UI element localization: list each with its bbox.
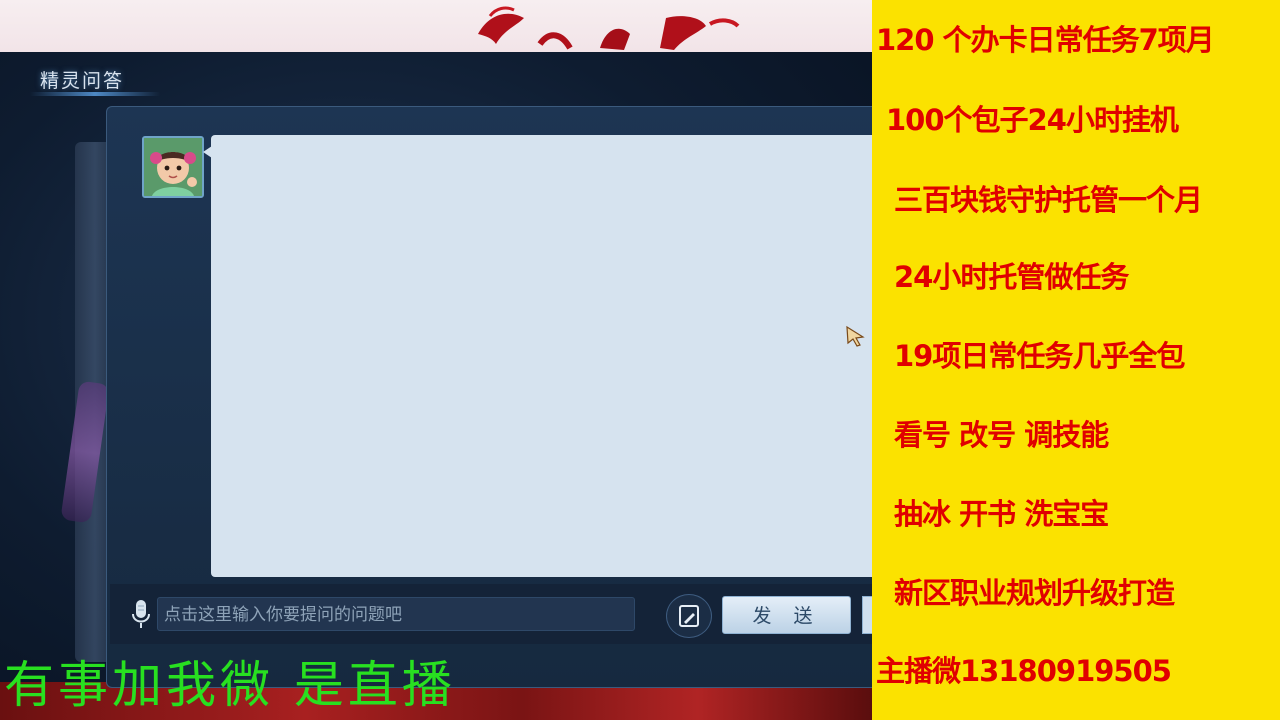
- dialog-title: 精灵问答: [40, 70, 125, 92]
- top-banner: [0, 0, 872, 52]
- girl-avatar: [142, 136, 204, 198]
- cropped-button-edge[interactable]: [862, 596, 872, 634]
- send-button[interactable]: 发 送: [722, 596, 851, 634]
- ad-line: 19项日常任务几乎全包: [894, 339, 1185, 373]
- note-edit-icon: [679, 605, 699, 627]
- note-button[interactable]: [666, 594, 712, 638]
- ad-line: 抽冰 开书 洗宝宝: [894, 497, 1109, 531]
- answer-bubble: [211, 135, 872, 577]
- ad-line: 新区职业规划升级打造: [894, 576, 1175, 610]
- ad-panel: 120 个办卡日常任务7项月 100个包子24小时挂机 三百块钱守护托管一个月 …: [872, 0, 1280, 720]
- arrow-cursor-icon: [846, 325, 865, 347]
- ad-line: 看号 改号 调技能: [894, 418, 1109, 452]
- title-underline: [30, 92, 160, 96]
- ad-line: 三百块钱守护托管一个月: [894, 183, 1203, 217]
- microphone-icon[interactable]: [130, 598, 152, 630]
- ad-line: 100个包子24小时挂机: [886, 103, 1179, 137]
- ad-line: 24小时托管做任务: [894, 260, 1129, 294]
- question-input[interactable]: 点击这里输入你要提问的问题吧: [157, 597, 635, 631]
- stream-caption: 有事加我微 是直播: [4, 656, 456, 714]
- ad-line: 120 个办卡日常任务7项月: [876, 23, 1215, 57]
- ad-line: 主播微13180919505: [876, 654, 1172, 688]
- avatar-portrait: [144, 138, 202, 196]
- game-logo: [478, 6, 740, 50]
